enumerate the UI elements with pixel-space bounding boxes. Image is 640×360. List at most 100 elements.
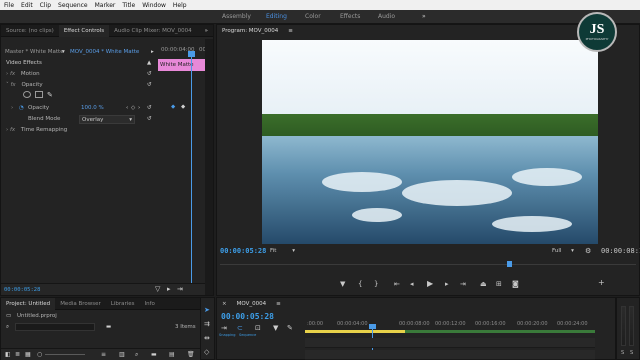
search-input[interactable] <box>15 323 95 331</box>
ellipse-mask-icon[interactable] <box>23 91 31 98</box>
go-to-out-icon[interactable]: ⇥ <box>460 280 466 288</box>
tab-sequence[interactable]: MOV_0004 <box>231 298 272 310</box>
blend-mode-select[interactable]: Overlay ▾ <box>79 115 135 124</box>
extract-icon[interactable]: ⊞ <box>496 280 502 288</box>
nest-icon[interactable]: ⇥ <box>221 324 227 332</box>
menu-window[interactable]: Window <box>142 2 166 9</box>
menu-sequence[interactable]: Sequence <box>58 2 88 9</box>
rectangle-mask-icon[interactable] <box>35 91 43 98</box>
find-icon[interactable]: ⌕ <box>135 351 138 359</box>
menu-edit[interactable]: Edit <box>21 2 33 9</box>
reset-opacity-icon[interactable]: ↺ <box>147 82 152 88</box>
workspace-more-icon[interactable]: » <box>422 13 426 20</box>
expand-opacity-icon[interactable]: › <box>11 105 13 111</box>
scrollbar[interactable] <box>205 39 213 295</box>
keyframe-icon[interactable]: ◆ <box>171 104 175 110</box>
effect-opacity[interactable]: ˅ fx Opacity <box>6 82 43 88</box>
workspace-color[interactable]: Color <box>305 13 321 20</box>
automate-icon[interactable]: ▥ <box>119 351 125 358</box>
program-timecode[interactable]: 00:00:05:28 <box>220 247 266 255</box>
tab-libraries[interactable]: Libraries <box>106 298 140 310</box>
reset-opacity-prop-icon[interactable]: ↺ <box>147 105 152 111</box>
menu-file[interactable]: File <box>4 2 14 9</box>
playhead-handle[interactable] <box>188 51 195 57</box>
tab-info[interactable]: Info <box>140 298 160 310</box>
effect-controls-timecode[interactable]: 00:00:05:28 <box>4 287 40 293</box>
clip-chip[interactable]: White Matte <box>158 59 205 71</box>
master-clip-label[interactable]: Master * White Matte <box>5 49 64 55</box>
linked-selection-icon[interactable]: ⊡ <box>255 324 261 332</box>
tab-audio-clip-mixer[interactable]: Audio Clip Mixer: MOV_0004 <box>109 25 197 37</box>
resolution-select[interactable]: Full ▾ <box>552 248 574 254</box>
opacity-value[interactable]: 100.0 % <box>81 105 104 111</box>
play-only-icon[interactable]: ▸ <box>151 49 154 55</box>
tab-source[interactable]: Source: (no clips) <box>1 25 59 37</box>
solo-left[interactable]: S <box>621 350 624 356</box>
zoom-select[interactable]: Fit ▾ <box>270 248 295 254</box>
timeline-timecode[interactable]: 00:00:05:28 <box>221 312 274 321</box>
effect-time-remapping[interactable]: › fx Time Remapping <box>6 127 67 133</box>
next-keyframe-icon[interactable]: › <box>138 105 140 111</box>
menu-clip[interactable]: Clip <box>40 2 51 9</box>
close-icon[interactable]: × <box>217 298 232 310</box>
tab-program[interactable]: Program: MOV_0004 <box>217 25 284 37</box>
reset-blend-icon[interactable]: ↺ <box>147 116 152 122</box>
menu-title[interactable]: Title <box>122 2 135 9</box>
reset-motion-icon[interactable]: ↺ <box>147 71 152 77</box>
prev-keyframe-icon[interactable]: ‹ <box>126 105 128 111</box>
step-forward-icon[interactable]: ▸ <box>445 280 449 288</box>
selection-tool-icon[interactable]: ➤ <box>204 306 210 314</box>
track-select-tool-icon[interactable]: ⇉ <box>204 320 210 328</box>
effect-motion[interactable]: › fx Motion <box>6 71 40 77</box>
panel-menu-icon[interactable]: ≡ <box>283 25 298 37</box>
add-marker-icon[interactable]: ▼ <box>340 280 345 288</box>
track-v2[interactable] <box>305 350 595 360</box>
menu-help[interactable]: Help <box>173 2 187 9</box>
workspace-audio[interactable]: Audio <box>378 13 395 20</box>
mark-out-icon[interactable]: } <box>374 280 378 288</box>
play-icon[interactable]: ▶ <box>427 279 433 288</box>
trash-icon[interactable]: 🗑 <box>187 351 195 358</box>
step-back-icon[interactable]: ◂ <box>410 280 414 288</box>
solo-right[interactable]: S <box>630 350 633 356</box>
lock-icon[interactable]: ◧ <box>5 351 11 358</box>
stopwatch-icon[interactable]: ◔ <box>19 105 24 111</box>
filter-icon[interactable]: ▽ <box>155 285 160 293</box>
program-playhead[interactable] <box>507 261 512 267</box>
clip-label[interactable]: MOV_0004 * White Matte <box>70 49 139 55</box>
new-item-icon[interactable]: ▤ <box>169 351 175 358</box>
zoom-slider-icon[interactable]: ○ <box>37 351 42 358</box>
zoom-slider[interactable] <box>45 354 85 355</box>
razor-tool-icon[interactable]: ◇ <box>204 348 209 356</box>
new-bin-icon[interactable]: ▬ <box>106 324 111 330</box>
dropdown-chevron-icon[interactable]: ▾ <box>62 49 65 55</box>
keyframe-icon[interactable]: ◆ <box>181 104 185 110</box>
sort-icon[interactable]: ≡ <box>101 351 106 358</box>
add-marker-icon[interactable]: ▼ <box>273 324 278 332</box>
pen-mask-icon[interactable]: ✎ <box>47 91 53 99</box>
program-scrubber[interactable] <box>220 264 636 265</box>
add-button-icon[interactable]: + <box>598 278 605 287</box>
tab-effect-controls[interactable]: Effect Controls <box>58 24 110 37</box>
timeline-playhead-handle[interactable] <box>369 324 376 329</box>
ripple-edit-tool-icon[interactable]: ⇹ <box>204 334 210 342</box>
workspace-assembly[interactable]: Assembly <box>222 13 251 20</box>
lift-icon[interactable]: ⏏ <box>480 280 487 288</box>
snapping-icon[interactable]: ⊂ <box>237 324 243 332</box>
panel-menu-icon[interactable]: ≡ <box>271 298 286 310</box>
camera-icon[interactable]: ◙ <box>512 280 519 288</box>
play-audio-icon[interactable]: ▸ <box>167 285 171 293</box>
add-keyframe-icon[interactable]: ◇ <box>131 105 135 111</box>
mark-in-icon[interactable]: { <box>358 280 362 288</box>
export-frame-icon[interactable]: ⇥ <box>177 285 183 293</box>
go-to-in-icon[interactable]: ⇤ <box>394 280 400 288</box>
menu-marker[interactable]: Marker <box>95 2 116 9</box>
workspace-effects[interactable]: Effects <box>340 13 360 20</box>
search-icon[interactable]: ⌕ <box>6 324 9 331</box>
icon-view-icon[interactable]: ▦ <box>25 351 31 358</box>
track-v1[interactable] <box>305 338 595 348</box>
workspace-editing[interactable]: Editing <box>266 13 287 20</box>
tab-media-browser[interactable]: Media Browser <box>55 298 106 310</box>
new-bin-icon[interactable]: ▬ <box>151 351 157 358</box>
list-view-icon[interactable]: ≣ <box>15 351 20 358</box>
